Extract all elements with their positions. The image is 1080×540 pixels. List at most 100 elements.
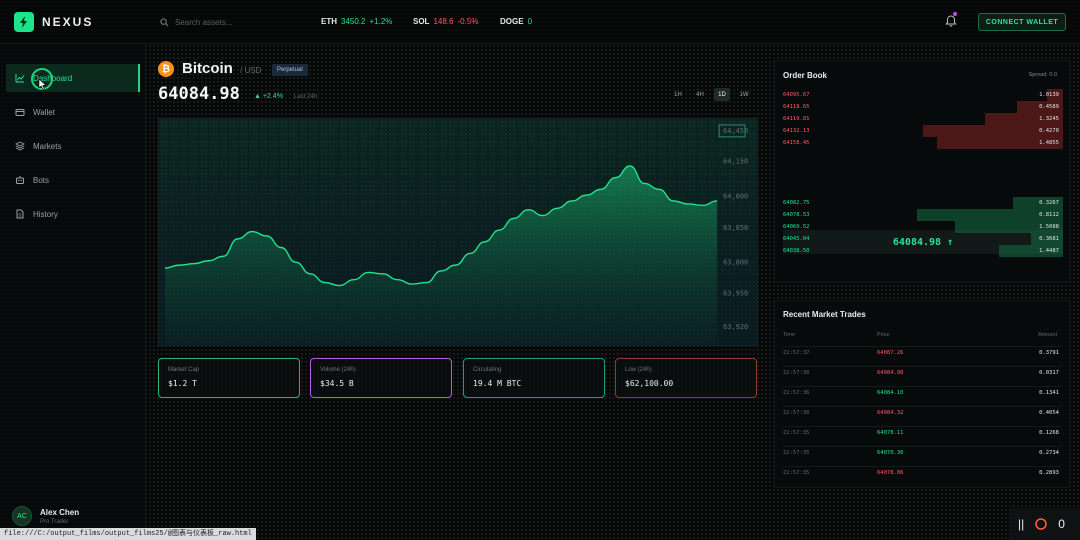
ticker-change: -0.5% — [457, 17, 479, 26]
trade-price: 64078.11 — [877, 430, 904, 436]
logo-icon[interactable] — [14, 12, 34, 32]
trade-row: 22:57:35 64078.86 0.2893 — [775, 470, 1071, 490]
recent-trades-panel: Recent Market Trades Time Price Amount 2… — [774, 300, 1070, 488]
user-profile[interactable]: AC Alex Chen Pro Trader — [12, 506, 79, 526]
sidebar-item-bots[interactable]: Bots — [6, 166, 140, 194]
column-header-time: Time — [783, 332, 796, 338]
bitcoin-icon: ₿ — [158, 61, 174, 77]
ticker-eth[interactable]: ETH 3450.2 +1.2% — [321, 17, 392, 26]
row-divider — [783, 446, 1061, 447]
ask-row[interactable]: 64132.13 0.4270 — [775, 125, 1071, 137]
y-tick-label: 63,800 — [723, 259, 748, 267]
stat-label: Market Cap — [168, 367, 200, 373]
timeframe-1h[interactable]: 1H — [670, 88, 686, 101]
avatar: AC — [12, 506, 32, 526]
bid-amount: 1.4487 — [1039, 248, 1059, 254]
bell-icon[interactable] — [944, 14, 958, 28]
trade-time: 22:57:36 — [783, 410, 810, 416]
timeframe-4h[interactable]: 4H — [692, 88, 708, 101]
bid-row[interactable]: 64045.04 0.3681 — [775, 233, 1071, 245]
ask-row[interactable]: 64118.65 0.4589 — [775, 101, 1071, 113]
search-input[interactable] — [175, 17, 285, 27]
stat-value: $1.2 T — [168, 379, 197, 388]
sidebar-item-label: History — [33, 209, 58, 219]
trade-amount: 0.2734 — [1039, 450, 1059, 456]
change-period: Last 24h — [294, 94, 318, 100]
ask-price: 64158.45 — [783, 140, 810, 146]
sidebar-item-wallet[interactable]: Wallet — [6, 98, 140, 126]
trade-row: 22:57:36 64084.32 0.4054 — [775, 410, 1071, 430]
y-tick-label: 63,950 — [723, 289, 748, 297]
trade-row: 22:57:36 64084.98 0.0317 — [775, 370, 1071, 390]
stat-label: Volume (24h) — [320, 367, 356, 373]
ask-row[interactable]: 64119.81 1.3245 — [775, 113, 1071, 125]
ask-row[interactable]: 64095.67 1.0139 — [775, 89, 1071, 101]
bid-row[interactable]: 64060.52 1.5088 — [775, 221, 1071, 233]
current-price: 64084.98 — [158, 84, 240, 104]
search-icon — [160, 17, 169, 26]
bid-amount: 0.3681 — [1039, 236, 1059, 242]
layers-icon — [15, 141, 25, 151]
bid-row[interactable]: 64038.50 1.4487 — [775, 245, 1071, 257]
row-divider — [783, 406, 1061, 407]
trade-row: 22:57:35 64070.30 0.2734 — [775, 450, 1071, 470]
ticker-symbol: SOL — [413, 17, 430, 26]
trade-price: 64078.86 — [877, 470, 904, 476]
trade-row: 22:57:37 64087.26 0.3791 — [775, 350, 1071, 370]
trade-amount: 0.2893 — [1039, 470, 1059, 476]
sidebar-item-markets[interactable]: Markets — [6, 132, 140, 160]
ticker-symbol: DOGE — [500, 17, 524, 26]
timeframe-1d[interactable]: 1D — [714, 88, 730, 101]
ticker-sol[interactable]: SOL 148.6 -0.5% — [413, 17, 478, 26]
ask-amount: 1.4855 — [1039, 140, 1059, 146]
user-role: Pro Trader — [40, 518, 69, 525]
ask-amount: 1.3245 — [1039, 116, 1059, 122]
bid-row[interactable]: 64082.75 0.3267 — [775, 197, 1071, 209]
record-icon[interactable] — [1034, 517, 1048, 531]
timeframe-1w[interactable]: 1W — [736, 88, 752, 101]
trade-amount: 0.4054 — [1039, 410, 1059, 416]
ask-row[interactable]: 64158.45 1.4855 — [775, 137, 1071, 149]
bid-amount: 1.5088 — [1039, 224, 1059, 230]
trade-price: 64070.30 — [877, 450, 904, 456]
y-tick-label: 63,850 — [723, 224, 748, 232]
bid-price: 64045.04 — [783, 236, 810, 242]
media-controls: || 0 — [1010, 508, 1080, 540]
wallet-icon — [15, 109, 25, 116]
search-bar[interactable] — [160, 13, 300, 31]
ticker-price: 0 — [527, 17, 533, 26]
contract-type-badge: Perpetual — [272, 64, 308, 76]
row-divider — [783, 346, 1061, 347]
ticker-price: 148.6 — [433, 17, 454, 26]
sidebar-item-dashboard[interactable]: Dashboard — [6, 64, 140, 92]
stat-value: $34.5 B — [320, 379, 354, 388]
row-divider — [783, 366, 1061, 367]
ask-price: 64132.13 — [783, 128, 810, 134]
cursor-pointer-icon — [38, 78, 47, 90]
ticker-symbol: ETH — [321, 17, 337, 26]
sidebar: Dashboard Wallet Markets Bots History — [0, 44, 146, 540]
connect-wallet-button[interactable]: CONNECT WALLET — [978, 13, 1066, 31]
bid-price: 64082.75 — [783, 200, 810, 206]
stat-label: Circulating — [473, 367, 502, 373]
ask-amount: 1.0139 — [1039, 92, 1059, 98]
counter: 0 — [1058, 517, 1065, 531]
bid-amount: 0.3267 — [1039, 200, 1059, 206]
bid-row[interactable]: 64078.53 0.8112 — [775, 209, 1071, 221]
spread-label: Spread: 0.0 — [1028, 72, 1057, 78]
browser-status-bar: file:///C:/output_films/output_films25/@… — [0, 528, 256, 540]
price-chart[interactable]: 64,450 64,150 64,000 63,850 63,800 63,950 63,9… — [158, 118, 758, 346]
row-divider — [783, 426, 1061, 427]
row-divider — [783, 386, 1061, 387]
ticker-change: +1.2% — [369, 17, 393, 26]
row-divider — [783, 466, 1061, 467]
trade-price: 64087.26 — [877, 350, 904, 356]
ticker-doge[interactable]: DOGE 0 — [500, 17, 532, 26]
trade-time: 22:57:35 — [783, 470, 810, 476]
bid-price: 64038.50 — [783, 248, 810, 254]
y-tick-label: 64,000 — [723, 192, 748, 200]
asset-name: Bitcoin — [182, 60, 233, 77]
sidebar-item-history[interactable]: History — [6, 200, 140, 228]
pause-button[interactable]: || — [1018, 517, 1024, 531]
document-icon — [16, 209, 24, 219]
